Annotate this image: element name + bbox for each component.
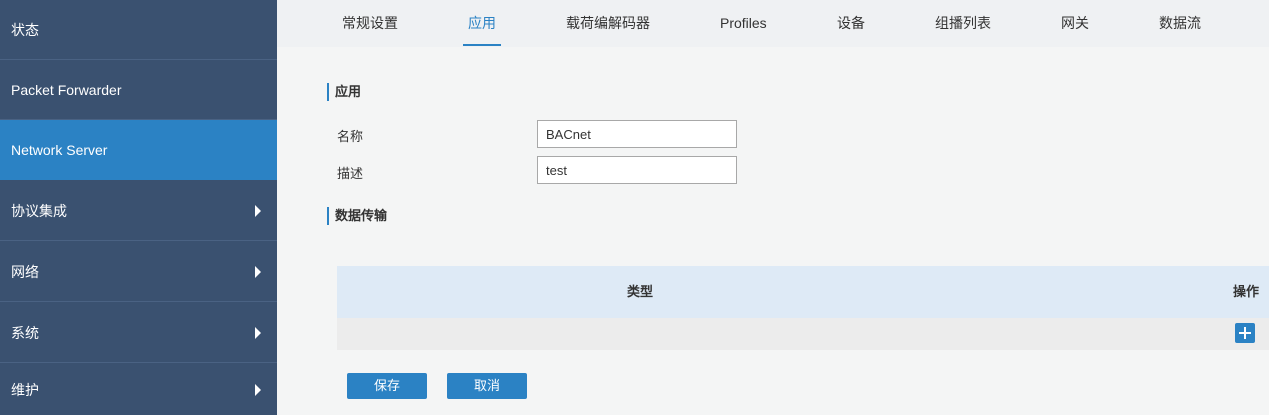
tab-profiles[interactable]: Profiles bbox=[720, 0, 767, 47]
tab-devices[interactable]: 设备 bbox=[837, 0, 865, 47]
sidebar-item-label: Packet Forwarder bbox=[11, 81, 122, 98]
save-button[interactable]: 保存 bbox=[347, 373, 427, 399]
chevron-right-icon bbox=[255, 383, 261, 396]
sidebar-item-network[interactable]: 网络 bbox=[0, 242, 277, 302]
description-label: 描述 bbox=[337, 166, 364, 181]
description-field[interactable] bbox=[537, 156, 737, 184]
sidebar-item-label: 维护 bbox=[11, 381, 39, 398]
tab-bar: 常规设置 应用 载荷编解码器 Profiles 设备 组播列表 网关 数据流 bbox=[277, 0, 1269, 47]
sidebar-item-network-server[interactable]: Network Server bbox=[0, 120, 277, 180]
sidebar-item-packet-forwarder[interactable]: Packet Forwarder bbox=[0, 60, 277, 120]
section-title-data-transfer: 数据传输 bbox=[327, 207, 387, 225]
name-label: 名称 bbox=[337, 129, 364, 144]
table-row bbox=[337, 318, 1269, 350]
cancel-button[interactable]: 取消 bbox=[447, 373, 527, 399]
name-field[interactable] bbox=[537, 120, 737, 148]
column-header-action: 操作 bbox=[1233, 284, 1260, 299]
sidebar-item-status[interactable]: 状态 bbox=[0, 0, 277, 60]
sidebar-item-label: Network Server bbox=[11, 141, 108, 158]
sidebar-item-label: 协议集成 bbox=[11, 202, 67, 219]
tab-applications[interactable]: 应用 bbox=[463, 0, 501, 47]
add-icon[interactable] bbox=[1235, 323, 1255, 343]
chevron-right-icon bbox=[255, 204, 261, 217]
sidebar-item-label: 状态 bbox=[11, 21, 39, 38]
sidebar: 状态 Packet Forwarder Network Server 协议集成 … bbox=[0, 0, 277, 415]
tab-multicast-list[interactable]: 组播列表 bbox=[935, 0, 991, 47]
sidebar-item-label: 系统 bbox=[11, 324, 39, 341]
table-header: 类型 操作 bbox=[337, 266, 1269, 318]
tab-data-stream[interactable]: 数据流 bbox=[1159, 0, 1201, 47]
chevron-right-icon bbox=[255, 265, 261, 278]
column-header-type: 类型 bbox=[627, 284, 654, 299]
tab-general-settings[interactable]: 常规设置 bbox=[342, 0, 398, 47]
tab-gateways[interactable]: 网关 bbox=[1061, 0, 1089, 47]
tab-payload-codec[interactable]: 载荷编解码器 bbox=[566, 0, 650, 47]
sidebar-item-system[interactable]: 系统 bbox=[0, 303, 277, 363]
sidebar-item-maintenance[interactable]: 维护 bbox=[0, 364, 277, 415]
sidebar-item-protocol-integration[interactable]: 协议集成 bbox=[0, 181, 277, 241]
chevron-right-icon bbox=[255, 326, 261, 339]
section-title-application: 应用 bbox=[327, 83, 361, 101]
sidebar-item-label: 网络 bbox=[11, 263, 39, 280]
